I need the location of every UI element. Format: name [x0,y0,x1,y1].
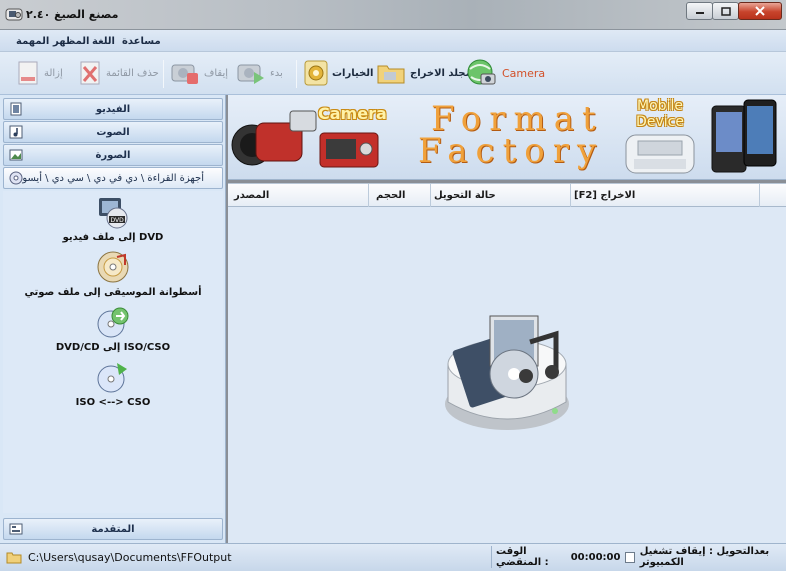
folder-icon [6,552,22,563]
tool-dvd-to-video[interactable]: DVD إلى ملف فيديو DVD [3,194,223,243]
elapsed-time-value: 00:00:00 [570,551,621,563]
column-status[interactable]: حالة التحويل [434,190,496,201]
options-icon [304,60,328,86]
clear-list-icon [80,61,100,85]
options-button[interactable]: الخيارات [304,58,373,88]
category-picture[interactable]: الصورة [3,144,223,166]
file-table-header: المصدر الحجم حالة التحويل [F2] الاخراج [228,183,786,207]
menu-help[interactable]: مساعدة [122,36,161,47]
clear-list-button[interactable]: حذف القائمة [78,58,159,88]
dvd-video-icon: DVD [99,198,128,229]
tool-iso-cso[interactable]: ISO <--> CSO [3,359,223,408]
column-size[interactable]: الحجم [376,190,405,201]
maximize-icon [720,6,731,16]
iso-cso-icon [97,363,127,393]
output-path[interactable]: C:\Users\qusay\Documents\FFOutput [6,546,492,568]
close-icon [755,6,765,16]
start-button[interactable]: بدء [236,58,283,88]
tool-music-cd-to-audio[interactable]: أسطوانة الموسيقى إلى ملف صوتي [3,249,223,298]
status-bar: C:\Users\qusay\Documents\FFOutput الوقت … [0,543,786,571]
title-bar: مصنع الصيغ ٢.٤٠ [0,0,786,30]
remove-button[interactable]: إزالة [16,58,63,88]
mobile-device-image [625,134,695,174]
disc-to-iso-icon [97,307,129,338]
menu-bar: المهمة المظهر اللغة مساعدة [0,30,786,52]
after-convert-label: بعدالتحويل : إيقاف تشغيل الكمبيوتر [639,546,770,568]
format-factory-logo [445,315,569,430]
banner-mobile-device-label: Mobile Device [636,98,684,130]
category-video[interactable]: الفيديو [3,98,223,120]
camcorder-image [231,110,317,166]
window-title: مصنع الصيغ ٢.٤٠ [26,8,119,21]
folder-icon [377,65,405,84]
column-output[interactable]: [F2] الاخراج [574,190,635,201]
app-icon [5,8,23,21]
stop-icon [171,64,198,84]
menu-view[interactable]: المظهر [53,36,89,47]
column-source[interactable]: المصدر [234,190,269,201]
elapsed-time-label: الوقت المنقضي : [496,546,549,568]
status-info: الوقت المنقضي : 00:00:00 بعدالتحويل : إي… [496,546,782,568]
banner-camera-label: Camera [318,104,387,123]
tool-disc-to-iso[interactable]: DVD/CD إلى ISO/CSO [3,304,223,353]
output-folder-button[interactable]: مجلد الاخراج [376,58,472,88]
start-icon [237,64,264,84]
minimize-icon [695,12,704,14]
svg-text:DVD: DVD [111,217,125,224]
digital-camera-image [319,132,379,168]
smartphones-image [711,99,777,173]
category-advanced[interactable]: المتقدمة [3,518,223,540]
toolbar: إزالة حذف القائمة إيقاف بدء الخيارات مجل… [0,52,786,95]
minimize-button[interactable] [686,2,713,20]
remove-icon [18,61,38,85]
tool-list: DVD إلى ملف فيديو DVD أسطوانة الموسيقى إ… [3,191,223,513]
brand-banner: Camera Format Factory Mobile Device [228,95,786,180]
brand-factory-text: Factory [418,131,605,171]
close-button[interactable] [738,2,782,20]
camera-globe-icon [467,59,496,85]
file-list-area[interactable] [228,207,786,543]
camera-button[interactable]: Camera [466,58,545,88]
category-rom-devices[interactable]: أجهزة القراءة \ دي في دي \ سي دي \ أيسو [3,167,223,189]
menu-language[interactable]: اللغة [92,36,115,47]
stop-button[interactable]: إيقاف [170,58,228,88]
output-path-text: C:\Users\qusay\Documents\FFOutput [28,550,232,564]
shutdown-checkbox[interactable] [625,551,635,563]
music-cd-icon [97,251,129,283]
menu-task[interactable]: المهمة [16,36,49,47]
category-panel: الفيديو الصوت الصورة أجهزة القراءة \ دي … [0,95,226,543]
maximize-button[interactable] [712,2,739,20]
category-audio[interactable]: الصوت [3,121,223,143]
